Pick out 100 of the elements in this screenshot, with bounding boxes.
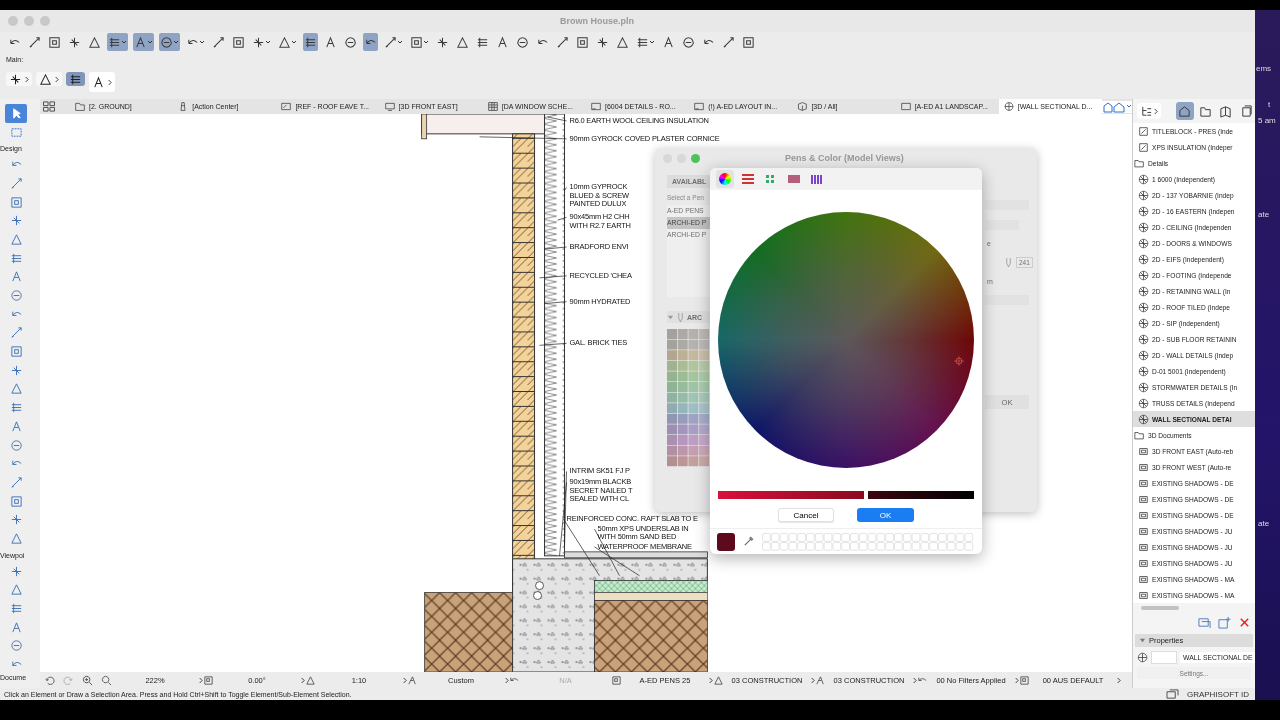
add-view-icon[interactable] — [1218, 615, 1231, 629]
desktop-text: 5 am — [1258, 116, 1276, 125]
chevron-icon — [1116, 676, 1121, 684]
tool-icon — [384, 35, 397, 49]
navigator-dropdown[interactable] — [1137, 103, 1161, 119]
toolbar-button[interactable] — [87, 33, 102, 51]
stack-icon — [1239, 104, 1253, 118]
detail-icon — [1138, 381, 1149, 393]
tool-icon — [556, 35, 569, 49]
window-icon[interactable] — [1198, 615, 1211, 629]
detail-icon — [1138, 189, 1149, 201]
tool-icon — [9, 363, 23, 377]
tool-icon — [9, 72, 22, 86]
tool-icon — [304, 35, 317, 49]
document-3d-icon — [1138, 573, 1149, 585]
toolbar-button[interactable] — [615, 33, 630, 51]
windows-icon[interactable] — [1165, 688, 1179, 700]
setting-icon — [815, 674, 826, 686]
document-3d-icon — [1138, 541, 1149, 553]
tool-icon — [88, 35, 101, 49]
sheet-icon — [590, 101, 602, 112]
current-color-swatch[interactable] — [717, 532, 735, 551]
disclosure-triangle-icon[interactable] — [667, 313, 674, 321]
detail-icon — [1138, 397, 1149, 409]
tool-icon — [278, 35, 291, 49]
tool-icon — [344, 35, 357, 49]
tool-icon — [456, 35, 469, 49]
book-icon — [1219, 104, 1232, 118]
crosshair-icon[interactable] — [954, 356, 964, 366]
detail-icon — [1138, 205, 1149, 217]
color-wheel-mode-icon[interactable] — [716, 170, 734, 188]
setting-icon — [203, 674, 214, 686]
toolbar-button[interactable] — [89, 72, 115, 92]
tool-icon — [69, 72, 82, 86]
project-map-tab[interactable] — [1176, 102, 1194, 120]
caret-icon — [199, 39, 205, 45]
folder-icon — [1134, 429, 1145, 441]
tool-icon — [9, 583, 23, 597]
detail-icon — [1138, 221, 1149, 233]
landscape-sheet-icon — [899, 101, 912, 112]
tool-icon — [9, 401, 23, 415]
toolbar-button[interactable] — [36, 72, 62, 86]
chevron-icon — [1153, 107, 1158, 115]
chevron-icon — [300, 676, 305, 684]
tool-icon — [9, 195, 23, 209]
document-3d-icon — [1138, 477, 1149, 489]
caret-icon — [423, 39, 429, 45]
window-title: Brown House.pln — [560, 16, 634, 26]
toolbar-button[interactable] — [6, 72, 32, 86]
tool-icon — [134, 35, 147, 49]
tool-icon — [722, 35, 735, 49]
tool-icon — [9, 438, 23, 452]
eyedropper-icon[interactable] — [743, 536, 754, 547]
tool-icon — [9, 531, 23, 545]
pen-palette[interactable] — [667, 329, 710, 467]
sheet-icon — [693, 101, 706, 112]
account-label[interactable]: GRAPHISOFT ID — [1186, 689, 1249, 699]
toolbar-button[interactable] — [455, 33, 470, 51]
scrollbar-thumb[interactable] — [1141, 606, 1179, 610]
folder-icon — [1198, 104, 1212, 118]
caret-icon — [649, 39, 655, 45]
chevron-icon — [24, 75, 29, 83]
tool-icon — [92, 75, 105, 89]
text-field[interactable] — [985, 200, 1029, 210]
document-3d-icon — [1138, 445, 1149, 457]
tool-icon — [232, 35, 245, 49]
detail-icon — [1138, 333, 1149, 345]
ok-button[interactable]: OK — [857, 508, 914, 522]
chevron-icon — [54, 75, 59, 83]
chevron-icon — [107, 78, 112, 86]
toolbar-button[interactable] — [277, 33, 298, 51]
desktop-text: ate — [1258, 210, 1270, 219]
tool-icon — [212, 35, 225, 49]
grid-view-icon[interactable] — [42, 101, 56, 112]
tool-icon — [742, 35, 755, 49]
houses-icon[interactable] — [1102, 100, 1133, 113]
chevron-icon — [1014, 676, 1019, 684]
brightness-slider[interactable] — [718, 491, 974, 499]
table-icon — [486, 101, 499, 112]
chevron-icon — [708, 676, 713, 684]
tool-icon — [9, 176, 23, 190]
text-field[interactable] — [985, 220, 1019, 230]
id-field[interactable] — [1151, 651, 1177, 664]
detail-icon — [1138, 285, 1149, 297]
document-3d-icon — [1138, 461, 1149, 473]
text-field[interactable] — [985, 295, 1029, 305]
toolbar-button[interactable] — [66, 72, 85, 86]
swatch-grid[interactable] — [762, 532, 974, 551]
tool-icon — [9, 639, 23, 653]
detail-icon — [1138, 253, 1149, 265]
tool-icon — [9, 513, 23, 527]
tool-icon — [9, 564, 23, 578]
undo-view-icon[interactable] — [44, 674, 55, 686]
tool-icon — [682, 35, 695, 49]
cancel-button[interactable]: Cancel — [778, 508, 834, 522]
section-icon — [280, 101, 293, 112]
zoom-in-icon[interactable] — [82, 674, 93, 686]
tool-button[interactable] — [5, 104, 27, 123]
tree-icon — [1140, 104, 1153, 118]
tool-icon — [324, 35, 337, 49]
